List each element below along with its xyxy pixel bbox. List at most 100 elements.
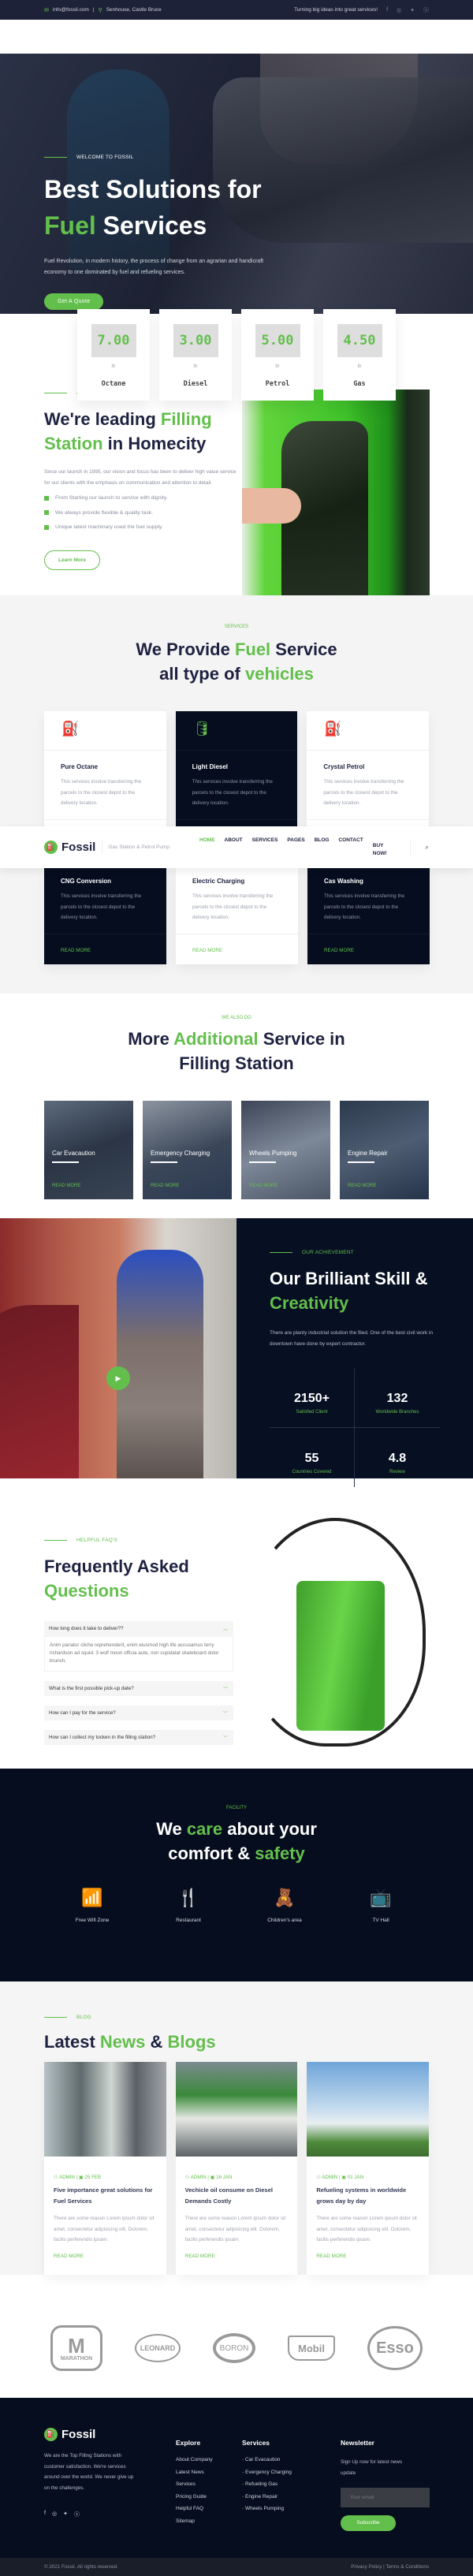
service-card[interactable]: CNG Conversion This services involve tra… bbox=[44, 868, 166, 964]
nav-item-pages[interactable]: PAGES bbox=[287, 837, 304, 858]
jerrycan-image bbox=[244, 1518, 430, 1747]
service-card[interactable]: 🛢 Light Diesel This services involve tra… bbox=[175, 711, 298, 844]
footer-link[interactable]: - Evergency Charging bbox=[242, 2470, 292, 2475]
tile-underline bbox=[151, 1161, 177, 1163]
read-more-link[interactable]: READ MORE bbox=[176, 933, 298, 953]
post-title[interactable]: Five importance great solutions for Fuel… bbox=[54, 2185, 157, 2206]
footer-link[interactable]: Latest News bbox=[176, 2470, 213, 2475]
hero-eyebrow: WELCOME TO FOSSIL bbox=[44, 155, 296, 160]
about-description: Since our launch in 1995, our vision and… bbox=[44, 469, 236, 486]
nav-item-contact[interactable]: CONTACT bbox=[338, 837, 363, 858]
top-tagline: Turning big ideas into great services! bbox=[294, 7, 378, 13]
price-card-petrol: 5.00 ltr Petrol bbox=[241, 309, 314, 401]
check-square-icon bbox=[44, 495, 49, 501]
read-more-link[interactable]: READ MORE bbox=[316, 2254, 429, 2259]
facebook-icon[interactable]: f bbox=[44, 2511, 46, 2518]
faq-question[interactable]: What is the first possible pick-up date?… bbox=[44, 1681, 233, 1696]
read-more-link[interactable]: READ MORE bbox=[151, 1184, 179, 1188]
fuel-nozzle-logo-icon: ⛽ bbox=[44, 841, 58, 854]
faq-question[interactable]: How can I pay for the service? ﹀ bbox=[44, 1706, 233, 1720]
faq-question[interactable]: How can I collect my tocken in the filli… bbox=[44, 1730, 233, 1745]
blog-image bbox=[44, 2062, 166, 2157]
service-tile[interactable]: Car Evacaution READ MORE bbox=[44, 1101, 133, 1199]
logo[interactable]: ⛽ Fossil bbox=[44, 841, 95, 854]
nav-tagline: Gas Station & Petrol Pump bbox=[102, 840, 169, 855]
hero-section: WELCOME TO FOSSIL Best Solutions for Fuel… bbox=[0, 54, 473, 314]
tv-icon: 📺 bbox=[370, 1888, 392, 1907]
footer-logo[interactable]: ⛽ Fossil bbox=[44, 2428, 135, 2441]
faq-question[interactable]: How long does it take to deliver?? ︿ bbox=[44, 1621, 233, 1636]
service-card[interactable]: Cas Washing This services involve transf… bbox=[307, 868, 430, 964]
service-title: Light Diesel bbox=[192, 763, 229, 770]
email-input[interactable] bbox=[341, 2488, 430, 2507]
blog-card[interactable]: ⚇ ADMIN | ▣ 25 FEB Five importance great… bbox=[44, 2062, 166, 2275]
footer-link[interactable]: Helpful FAQ bbox=[176, 2506, 213, 2511]
read-more-link[interactable]: READ MORE bbox=[54, 2254, 166, 2259]
blog-card[interactable]: ⚇ ADMIN | ▣ 01 JAN Refueling systems in … bbox=[307, 2062, 430, 2275]
service-tile[interactable]: Emergency Charging READ MORE bbox=[143, 1101, 232, 1199]
skype-icon[interactable]: ⓢ bbox=[423, 6, 429, 14]
read-more-link[interactable]: READ MORE bbox=[52, 1184, 80, 1188]
facebook-icon[interactable]: f bbox=[386, 7, 388, 13]
read-more-link[interactable]: READ MORE bbox=[185, 2254, 298, 2259]
stat-item: 2150+ Satisfied Client bbox=[270, 1368, 355, 1428]
contact-email[interactable]: info@fossil.com bbox=[53, 7, 89, 13]
service-card[interactable]: ⛽ Pure Octane This services involve tran… bbox=[44, 711, 166, 844]
footer-link[interactable]: - Engine Repair bbox=[242, 2494, 292, 2500]
instagram-icon[interactable]: ◎ bbox=[397, 7, 401, 13]
footer-link[interactable]: Services bbox=[176, 2481, 213, 2487]
post-title[interactable]: Vechicle oil consume on Diesel Demands C… bbox=[185, 2185, 289, 2206]
service-tile[interactable]: Wheels Pumping READ MORE bbox=[241, 1101, 330, 1199]
nav-item-about[interactable]: ABOUT bbox=[225, 837, 243, 858]
legal-links[interactable]: Privacy Policy | Terms & Conditions bbox=[351, 2564, 429, 2570]
chevron-down-icon: ﹀ bbox=[222, 1712, 228, 1717]
post-title[interactable]: Refueling systems in worldwide grows day… bbox=[316, 2185, 419, 2206]
about-points: From Starting our launch to service with… bbox=[44, 495, 237, 530]
footer-link[interactable]: - Wheels Pumping bbox=[242, 2506, 292, 2511]
blog-card[interactable]: ⚇ ADMIN | ▣ 16 JAN Vechicle oil consume … bbox=[175, 2062, 298, 2275]
service-card[interactable]: Electric Charging This services involve … bbox=[176, 868, 298, 964]
faq-accordion: How long does it take to deliver?? ︿ Anim… bbox=[44, 1621, 233, 1745]
search-icon[interactable]: ⌕ bbox=[409, 839, 429, 856]
read-more-link[interactable]: READ MORE bbox=[307, 933, 430, 953]
nav-item-blog[interactable]: BLOG bbox=[315, 837, 330, 858]
chevron-down-icon: ﹀ bbox=[222, 1687, 228, 1692]
facility-title: We care about your comfort & safety bbox=[156, 1819, 317, 1863]
teddy-bear-icon: 🧸 bbox=[274, 1888, 296, 1907]
nav-item-home[interactable]: HOME bbox=[199, 837, 215, 858]
footer-explore: Explore About Company Latest News Servic… bbox=[176, 2439, 213, 2530]
footer-heading: Services bbox=[242, 2439, 270, 2447]
skype-icon[interactable]: ⓢ bbox=[74, 2511, 80, 2518]
worker-shape bbox=[117, 1250, 203, 1478]
read-more-link[interactable]: READ MORE bbox=[44, 933, 166, 953]
price-card-gas: 4.50 ltr Gas bbox=[323, 309, 396, 401]
footer-link[interactable]: About Company bbox=[176, 2457, 213, 2462]
twitter-icon[interactable]: ✦ bbox=[410, 7, 415, 13]
twitter-icon[interactable]: ✦ bbox=[63, 2511, 68, 2518]
footer-link[interactable]: Pricing Guide bbox=[176, 2494, 213, 2500]
main-menu: HOME ABOUT SERVICES PAGES BLOG CONTACT B… bbox=[199, 837, 390, 858]
read-more-link[interactable]: READ MORE bbox=[249, 1184, 277, 1188]
read-more-link[interactable]: READ MORE bbox=[348, 1184, 376, 1188]
nav-item-services[interactable]: SERVICES bbox=[252, 837, 278, 858]
nav-item-buy-now[interactable]: BUY NOW! bbox=[373, 842, 390, 858]
instagram-icon[interactable]: ◎ bbox=[52, 2511, 57, 2518]
footer-link[interactable]: Sitemap bbox=[176, 2518, 213, 2524]
footer-link[interactable]: - Car Evacaution bbox=[242, 2457, 292, 2462]
service-text: This services involve transferring the p… bbox=[61, 779, 142, 806]
service-card[interactable]: ⛽ Crystal Petrol This services involve t… bbox=[307, 711, 430, 844]
get-quote-button[interactable]: Get A Quote bbox=[44, 293, 104, 310]
achievement-eyebrow: OUR ACHIEVEMENT bbox=[270, 1250, 473, 1255]
play-video-button[interactable]: ▶ bbox=[106, 1366, 130, 1390]
footer-newsletter: Newsletter Sign Up now for latest news u… bbox=[341, 2439, 430, 2531]
brand-logo-leonard: LEONARD bbox=[135, 2334, 181, 2362]
tile-title: Car Evacaution bbox=[52, 1150, 95, 1157]
fuel-nozzle-logo-icon: ⛽ bbox=[44, 2428, 58, 2441]
learn-more-button[interactable]: Learn More bbox=[44, 550, 101, 570]
jerrycan-icon: 🛢 bbox=[192, 721, 211, 736]
footer-link[interactable]: - Refueling Gas bbox=[242, 2481, 292, 2487]
facility-item: 🧸 Children's area bbox=[236, 1888, 333, 1923]
services-tag: SERVICES bbox=[224, 624, 249, 629]
subscribe-button[interactable]: Subscribe bbox=[341, 2515, 396, 2531]
service-tile[interactable]: Engine Repair READ MORE bbox=[340, 1101, 429, 1199]
